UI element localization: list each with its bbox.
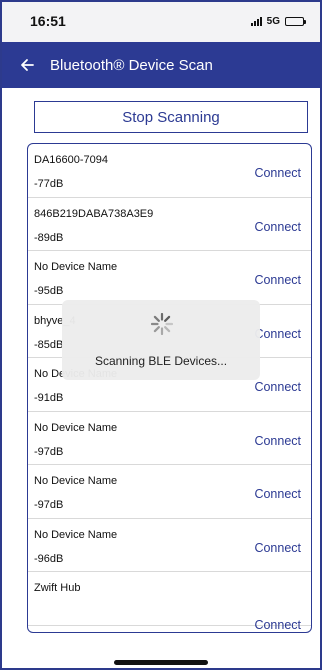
- connect-button[interactable]: Connect: [254, 273, 301, 287]
- device-name: No Device Name: [34, 528, 118, 541]
- device-rssi: -85dB: [34, 338, 64, 351]
- device-rssi: -96dB: [34, 552, 64, 565]
- device-rssi: -91dB: [34, 392, 64, 404]
- device-row[interactable]: DA16600-7094 -77dB Connect: [28, 144, 311, 198]
- device-row[interactable]: No Device Name -97dB Connect: [28, 465, 311, 519]
- device-rssi: -89dB: [34, 231, 64, 244]
- scanning-overlay: Scanning BLE Devices...: [62, 300, 260, 380]
- device-row[interactable]: No Device Name -96dB Connect: [28, 519, 311, 572]
- status-indicators: 5G: [250, 15, 306, 27]
- device-rssi: -77dB: [34, 178, 64, 190]
- device-name: No Device Name: [34, 421, 118, 434]
- scanning-message: Scanning BLE Devices...: [94, 354, 228, 368]
- connect-button[interactable]: Connect: [254, 434, 301, 448]
- signal-icon: [250, 16, 262, 26]
- device-row[interactable]: 846B219DABA738A3E9 -89dB Connect: [28, 198, 311, 251]
- device-rssi: -97dB: [34, 499, 64, 511]
- device-row[interactable]: No Device Name -97dB Connect: [28, 412, 311, 465]
- connect-button[interactable]: Connect: [254, 166, 301, 180]
- connect-button[interactable]: Connect: [254, 618, 301, 632]
- connect-button[interactable]: Connect: [254, 220, 301, 234]
- battery-icon: [285, 16, 306, 26]
- device-rssi: -97dB: [34, 445, 64, 458]
- connect-button[interactable]: Connect: [254, 487, 301, 501]
- device-name: No Device Name: [34, 261, 118, 273]
- connect-button[interactable]: Connect: [254, 541, 301, 555]
- app-bar: Bluetooth® Device Scan: [0, 42, 322, 88]
- device-row[interactable]: Zwift Hub Connect: [28, 572, 311, 632]
- home-indicator[interactable]: [114, 660, 208, 665]
- device-name: 846B219DABA738A3E9: [34, 207, 154, 220]
- network-type: 5G: [266, 15, 280, 27]
- connect-button[interactable]: Connect: [254, 327, 301, 341]
- device-rssi: -95dB: [34, 285, 64, 297]
- status-time: 16:51: [30, 13, 66, 29]
- device-row[interactable]: No Device Name -95dB Connect: [28, 251, 311, 305]
- device-name: No Device Name: [34, 475, 118, 487]
- arrow-left-icon[interactable]: [18, 56, 36, 74]
- spinner-icon: [151, 313, 173, 335]
- status-bar: 16:51 5G: [0, 0, 322, 42]
- device-list[interactable]: DA16600-7094 -77dB Connect 846B219DABA738A3…: [27, 143, 312, 633]
- page-title: Bluetooth® Device Scan: [50, 56, 213, 74]
- stop-scanning-button[interactable]: Stop Scanning: [34, 101, 308, 133]
- device-name: DA16600-7094: [34, 154, 109, 166]
- connect-button[interactable]: Connect: [254, 380, 301, 394]
- device-name: Zwift Hub: [34, 582, 81, 594]
